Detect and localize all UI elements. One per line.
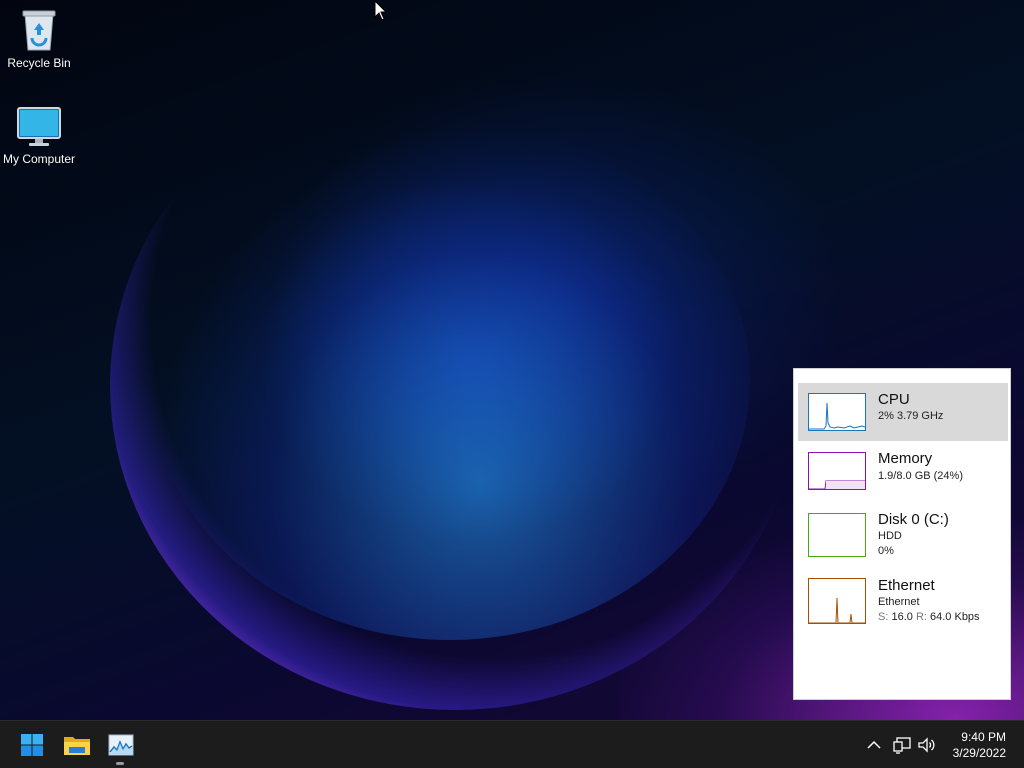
ethernet-throughput: S: 16.0 R: 64.0 Kbps: [878, 611, 980, 623]
network-icon[interactable]: [892, 735, 912, 755]
task-manager-taskbar-button[interactable]: [103, 727, 139, 763]
clock-time: 9:40 PM: [961, 730, 1006, 744]
file-explorer-icon: [64, 737, 90, 755]
desktop-icon-my-computer[interactable]: My Computer: [0, 106, 78, 166]
clock-date: 3/29/2022: [952, 746, 1006, 760]
memory-graph: [808, 452, 866, 490]
receive-label: R:: [915, 611, 927, 623]
running-app-indicator: [116, 762, 124, 765]
send-label: S:: [878, 611, 889, 623]
start-button[interactable]: [14, 727, 50, 763]
perf-item-ethernet[interactable]: Ethernet Ethernet S: 16.0 R: 64.0 Kbps: [798, 573, 1008, 629]
perf-item-disk[interactable]: Disk 0 (C:) HDD 0%: [798, 507, 1008, 563]
perf-item-memory[interactable]: Memory 1.9/8.0 GB (24%): [798, 445, 1008, 501]
cpu-usage: 2% 3.79 GHz: [878, 410, 944, 422]
monitor-icon: [17, 107, 61, 146]
task-manager-icon: [108, 734, 134, 756]
perf-item-cpu[interactable]: CPU 2% 3.79 GHz: [798, 383, 1008, 441]
ethernet-title: Ethernet: [878, 577, 935, 594]
task-manager-performance-panel: CPU 2% 3.79 GHz Memory 1.9/8.0 GB (24%) …: [793, 368, 1011, 700]
disk-type: HDD: [878, 530, 902, 542]
cpu-title: CPU: [878, 391, 910, 408]
taskbar: 9:40 PM 3/29/2022: [0, 720, 1024, 768]
disk-graph: [808, 513, 866, 557]
disk-title: Disk 0 (C:): [878, 511, 949, 528]
recycle-bin-label: Recycle Bin: [7, 56, 71, 70]
ethernet-adapter: Ethernet: [878, 596, 920, 608]
ethernet-graph: [808, 578, 866, 624]
memory-title: Memory: [878, 450, 933, 467]
memory-usage: 1.9/8.0 GB (24%): [878, 470, 963, 482]
taskbar-clock[interactable]: 9:40 PM 3/29/2022: [953, 729, 1006, 761]
desktop-icon-recycle-bin[interactable]: Recycle Bin: [0, 8, 78, 70]
file-explorer-button[interactable]: [59, 727, 95, 763]
receive-value: 64.0 Kbps: [930, 611, 980, 623]
recycle-bin-icon: [22, 10, 56, 51]
mouse-cursor-icon: [374, 0, 388, 21]
volume-icon[interactable]: [917, 735, 937, 755]
cpu-graph: [808, 393, 866, 431]
chevron-up-icon[interactable]: [864, 735, 884, 755]
disk-usage: 0%: [878, 545, 894, 557]
windows-start-icon: [21, 734, 43, 756]
send-value: 16.0: [891, 611, 913, 623]
my-computer-label: My Computer: [2, 152, 76, 166]
